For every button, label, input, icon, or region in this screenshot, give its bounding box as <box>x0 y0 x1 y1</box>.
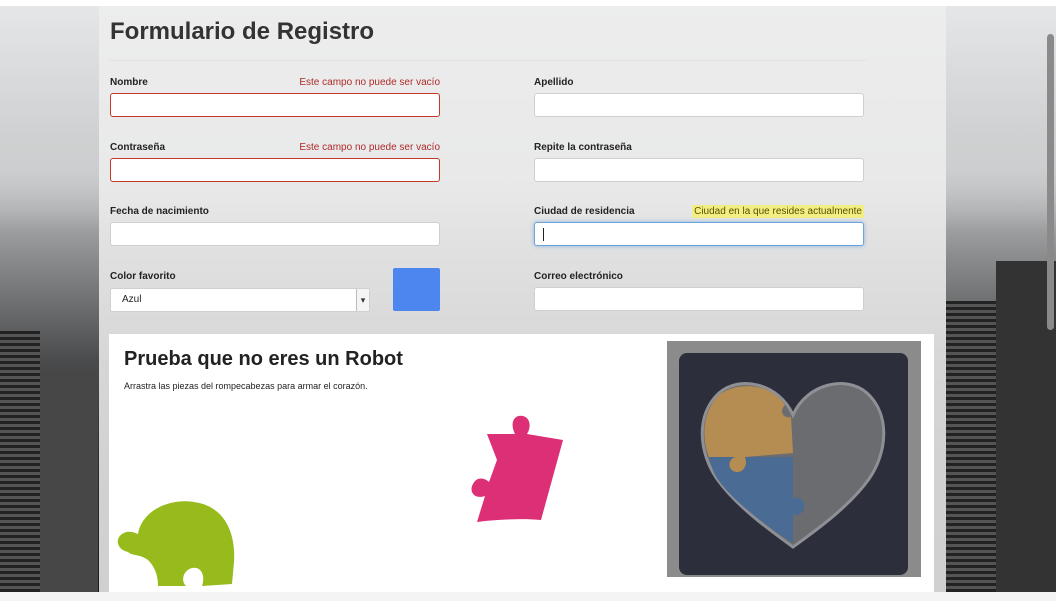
title-divider <box>110 60 866 61</box>
color-select[interactable]: Azul ▾ <box>110 288 370 312</box>
text-caret <box>543 228 544 241</box>
ciudad-label: Ciudad de residencia <box>534 206 635 217</box>
nombre-error: Este campo no puede ser vacío <box>299 77 440 88</box>
page-title: Formulario de Registro <box>110 18 375 45</box>
captcha-instructions: Arrastra las piezas del rompecabezas par… <box>124 381 368 391</box>
correo-input[interactable] <box>534 287 864 311</box>
building <box>40 371 98 601</box>
color-swatch <box>393 268 440 311</box>
apellido-label: Apellido <box>534 77 574 88</box>
color-select-value: Azul <box>122 294 142 305</box>
repite-label: Repite la contraseña <box>534 142 632 153</box>
heart-puzzle <box>700 382 886 549</box>
building <box>946 301 996 601</box>
ciudad-hint: Ciudad en la que resides actualmente <box>692 205 864 218</box>
fecha-input[interactable] <box>110 222 440 246</box>
contrasena-error: Este campo no puede ser vacío <box>299 142 440 153</box>
nombre-input[interactable] <box>110 93 440 117</box>
green-piece-shape <box>117 501 235 586</box>
fecha-label: Fecha de nacimiento <box>110 206 209 217</box>
nombre-label: Nombre <box>110 77 148 88</box>
contrasena-label: Contraseña <box>110 142 166 153</box>
green-puzzle-piece[interactable] <box>114 494 236 592</box>
color-label: Color favorito <box>110 271 176 282</box>
apellido-input[interactable] <box>534 93 864 117</box>
captcha-title: Prueba que no eres un Robot <box>124 348 403 370</box>
window-bottom-edge <box>0 592 1056 601</box>
contrasena-input[interactable] <box>110 158 440 182</box>
puzzle-board <box>667 341 921 577</box>
correo-label: Correo electrónico <box>534 271 623 282</box>
registration-panel: Formulario de Registro Nombre Este campo… <box>99 6 946 592</box>
repite-contrasena-input[interactable] <box>534 158 864 182</box>
pink-puzzle-piece[interactable] <box>469 412 569 522</box>
building <box>0 331 40 601</box>
pink-piece-shape <box>471 415 563 522</box>
captcha-area: Prueba que no eres un Robot Arrastra las… <box>109 334 934 592</box>
puzzle-board-inner <box>679 353 908 575</box>
blue-piece <box>709 457 805 543</box>
chevron-down-icon[interactable]: ▾ <box>356 289 369 311</box>
ciudad-input[interactable] <box>534 222 864 246</box>
page-scrollbar[interactable] <box>1047 34 1054 330</box>
